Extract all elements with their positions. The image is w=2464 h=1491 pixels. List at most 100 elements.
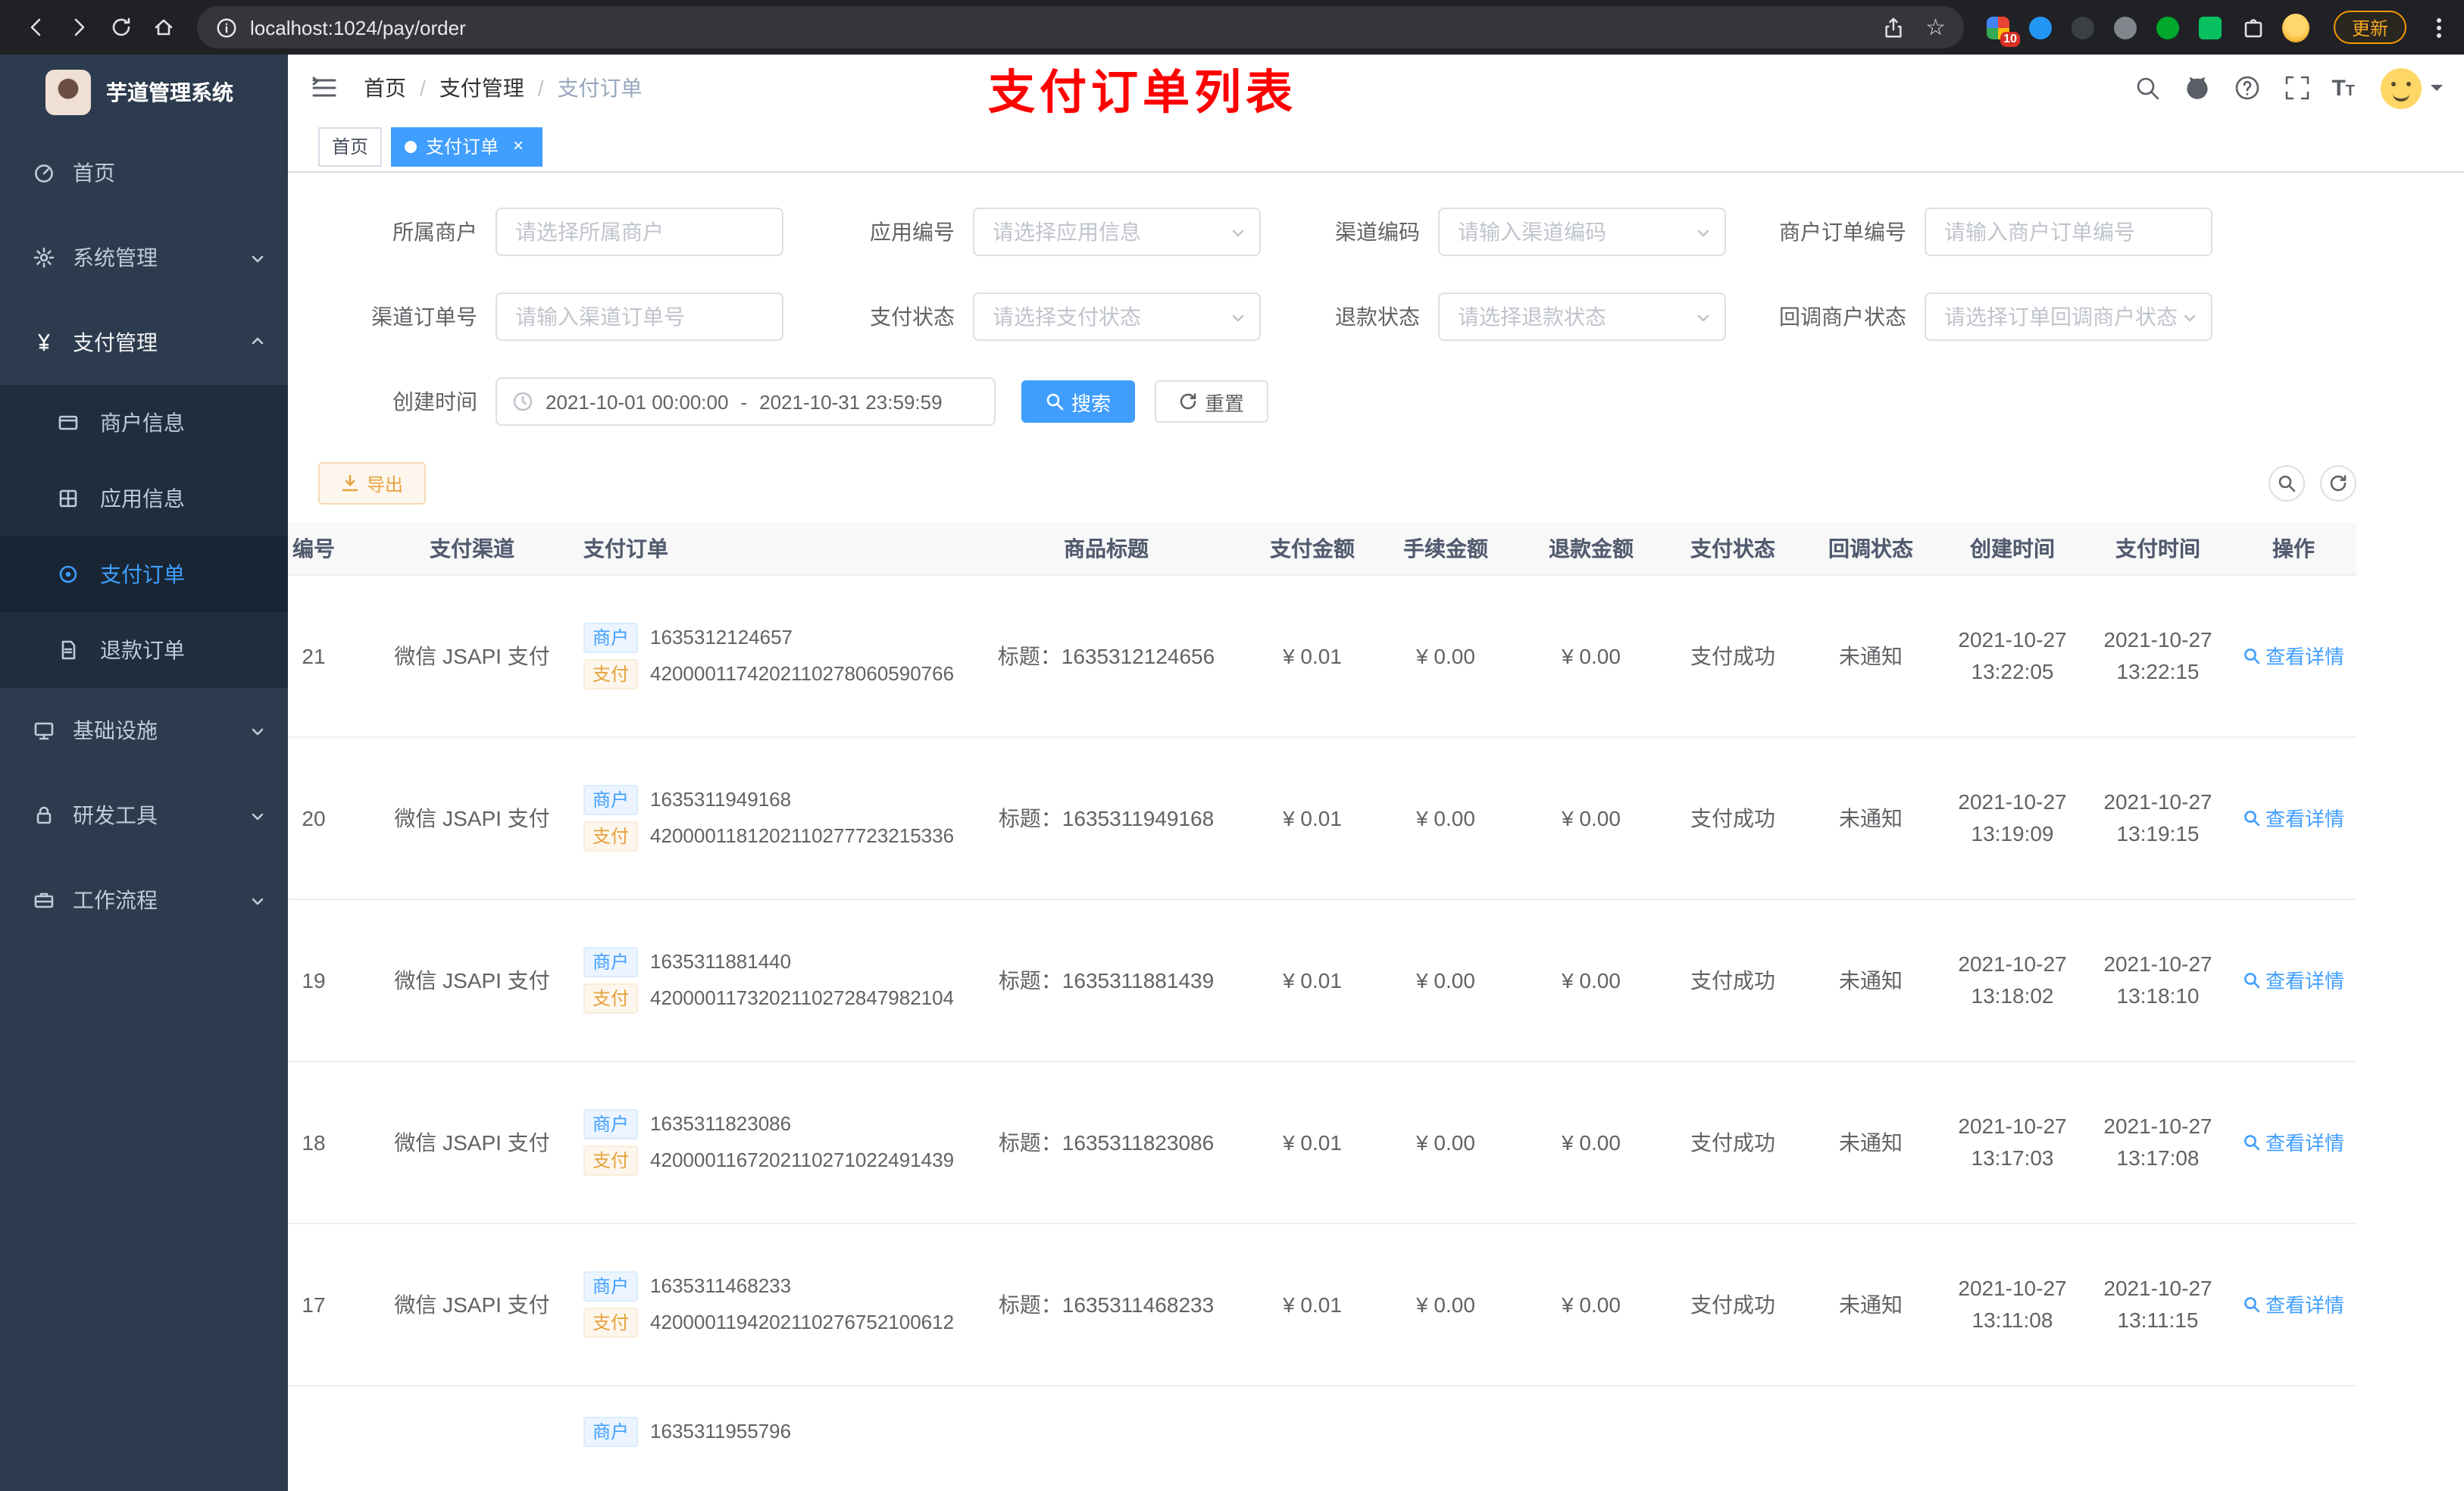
card-icon xyxy=(58,412,79,433)
browser-home-icon[interactable] xyxy=(142,6,185,48)
cell-pay-order: 商户 1635311955796 xyxy=(570,1385,961,1491)
tab-home[interactable]: 首页 xyxy=(318,127,383,166)
merchant-tag: 商户 xyxy=(583,1416,639,1446)
font-size-icon[interactable]: TT xyxy=(2331,77,2355,99)
extension-grey-icon[interactable] xyxy=(2112,14,2140,41)
sidebar-item-merchant-info[interactable]: 商户信息 xyxy=(0,385,288,461)
sidebar-item-label: 研发工具 xyxy=(73,803,158,827)
site-info-icon[interactable] xyxy=(215,16,238,39)
browser-update-button[interactable]: 更新 xyxy=(2333,11,2406,44)
sidebar-item-payment[interactable]: 支付管理 xyxy=(0,300,288,385)
export-button[interactable]: 导出 xyxy=(318,462,427,505)
chevron-down-icon xyxy=(249,806,267,824)
merchant-label: 所属商户 xyxy=(392,220,477,244)
reset-button[interactable]: 重置 xyxy=(1155,380,1269,423)
pay-order-no: 4200001194202110276752100612 xyxy=(650,1311,955,1333)
merchant-order-no: 1635311468233 xyxy=(650,1274,792,1297)
date-start: 2021-10-01 00:00:00 xyxy=(546,390,729,413)
close-icon[interactable]: × xyxy=(508,135,529,157)
pay-tag: 支付 xyxy=(583,1145,639,1175)
channel-code-select[interactable]: 请输入渠道编码 xyxy=(1438,208,1726,256)
cell-pay-time: 2021-10-27 13:11:15 xyxy=(2085,1223,2231,1386)
view-detail-link[interactable]: 查看详情 xyxy=(2243,1289,2344,1318)
breadcrumb-item-home[interactable]: 首页 xyxy=(364,73,406,103)
view-detail-link[interactable]: 查看详情 xyxy=(2243,641,2344,670)
sidebar-item-label: 系统管理 xyxy=(73,245,158,270)
refund-status-label: 退款状态 xyxy=(1335,305,1420,329)
extension-green-square-icon[interactable] xyxy=(2197,14,2225,41)
sidebar-item-dev-tools[interactable]: 研发工具 xyxy=(0,773,288,858)
sidebar-item-workflow[interactable]: 工作流程 xyxy=(0,858,288,942)
help-icon[interactable] xyxy=(2231,73,2262,103)
browser-menu-icon[interactable] xyxy=(2428,11,2449,44)
search-icon[interactable] xyxy=(2131,73,2162,103)
cell-notify: 未通知 xyxy=(1802,1061,1940,1224)
notify-status-select[interactable]: 请选择订单回调商户状态 xyxy=(1925,292,2212,341)
sidebar-item-refund-order[interactable]: 退款订单 xyxy=(0,612,288,688)
browser-forward-icon[interactable] xyxy=(58,6,100,48)
user-avatar-menu[interactable] xyxy=(2381,67,2443,108)
sidebar-item-label: 支付订单 xyxy=(100,562,185,586)
pay-order-no: 4200001173202110272847982104 xyxy=(650,986,955,1009)
app-select[interactable]: 请选择应用信息 xyxy=(973,208,1261,256)
cell-refund: ¥ 0.00 xyxy=(1518,574,1664,737)
browser-refresh-icon[interactable] xyxy=(100,6,142,48)
browser-profile-avatar[interactable] xyxy=(2281,13,2309,42)
tags-view-bar: 首页 支付订单 × xyxy=(288,121,2464,173)
app-select-placeholder: 请选择应用信息 xyxy=(993,220,1141,244)
extension-green-icon[interactable] xyxy=(2155,14,2182,41)
url-bar[interactable]: localhost:1024/pay/order ☆ xyxy=(197,6,1964,48)
pay-tag: 支付 xyxy=(583,821,639,851)
chevron-down-icon xyxy=(1229,308,1247,326)
document-icon xyxy=(58,639,79,661)
app-navbar: 首页 / 支付管理 / 支付订单 支付订单列表 TT xyxy=(288,55,2464,121)
view-detail-link[interactable]: 查看详情 xyxy=(2243,1127,2344,1156)
extension-palette-icon[interactable]: 10 xyxy=(1985,14,2020,47)
channel-order-no-input[interactable] xyxy=(496,292,783,341)
share-icon[interactable] xyxy=(1881,16,1904,39)
merchant-tag: 商户 xyxy=(583,784,639,814)
cell-id: 19 xyxy=(288,899,374,1061)
sidebar-item-home[interactable]: 首页 xyxy=(0,130,288,215)
extension-badge: 10 xyxy=(2000,32,2020,47)
bookmark-star-icon[interactable]: ☆ xyxy=(1925,16,1946,39)
cell-notify: 未通知 xyxy=(1802,1223,1940,1386)
pay-status-select[interactable]: 请选择支付状态 xyxy=(973,292,1261,341)
chevron-down-icon xyxy=(249,248,267,267)
sidebar-item-infrastructure[interactable]: 基础设施 xyxy=(0,688,288,773)
sidebar-item-pay-order[interactable]: 支付订单 xyxy=(0,536,288,612)
cell-pay-order: 商户 1635311881440 支付 4200001173202110272847… xyxy=(570,899,961,1061)
cell-notify: 未通知 xyxy=(1802,574,1940,737)
table-row: 18 微信 JSAPI 支付 商户 1635311823086 支付 4200001… xyxy=(288,1061,2356,1224)
view-detail-link[interactable]: 查看详情 xyxy=(2243,803,2344,832)
cell-status: 支付成功 xyxy=(1664,1223,1802,1386)
refund-status-select[interactable]: 请选择退款状态 xyxy=(1438,292,1726,341)
fullscreen-icon[interactable] xyxy=(2281,73,2312,103)
browser-back-icon[interactable] xyxy=(15,6,58,48)
app-logo[interactable]: 芋道管理系统 xyxy=(0,55,288,130)
merchant-order-no-input[interactable] xyxy=(1925,208,2212,256)
pay-tag: 支付 xyxy=(583,1307,639,1337)
channel-code-label: 渠道编码 xyxy=(1335,220,1420,244)
cell-notify: 未通知 xyxy=(1802,736,1940,899)
tab-pay-order[interactable]: 支付订单 × xyxy=(391,127,543,166)
github-icon[interactable] xyxy=(2181,73,2212,103)
merchant-tag: 商户 xyxy=(583,1271,639,1301)
search-button[interactable]: 搜索 xyxy=(1021,380,1136,423)
extensions-puzzle-icon[interactable] xyxy=(2240,14,2267,41)
toggle-search-icon[interactable] xyxy=(2269,465,2305,502)
create-time-range-picker[interactable]: 2021-10-01 00:00:00 - 2021-10-31 23:59:5… xyxy=(496,377,996,426)
sidebar-collapse-icon[interactable] xyxy=(309,73,339,103)
table-row: 20 微信 JSAPI 支付 商户 1635311949168 支付 4200001… xyxy=(288,736,2356,899)
extension-dark-icon[interactable] xyxy=(2070,14,2097,41)
cell-amount: ¥ 0.01 xyxy=(1252,1061,1373,1224)
refresh-table-icon[interactable] xyxy=(2320,465,2356,502)
view-detail-link[interactable]: 查看详情 xyxy=(2243,965,2344,994)
pay-tag: 支付 xyxy=(583,658,639,689)
merchant-select[interactable] xyxy=(496,208,783,256)
extension-blue-icon[interactable] xyxy=(2028,14,2055,41)
breadcrumb-item-pay-manage[interactable]: 支付管理 xyxy=(439,73,524,103)
table-header-row: 编号 支付渠道 支付订单 商品标题 支付金额 手续金额 退款金额 支付状态 回调… xyxy=(288,523,2356,575)
sidebar-item-system[interactable]: 系统管理 xyxy=(0,215,288,300)
sidebar-item-app-info[interactable]: 应用信息 xyxy=(0,461,288,536)
